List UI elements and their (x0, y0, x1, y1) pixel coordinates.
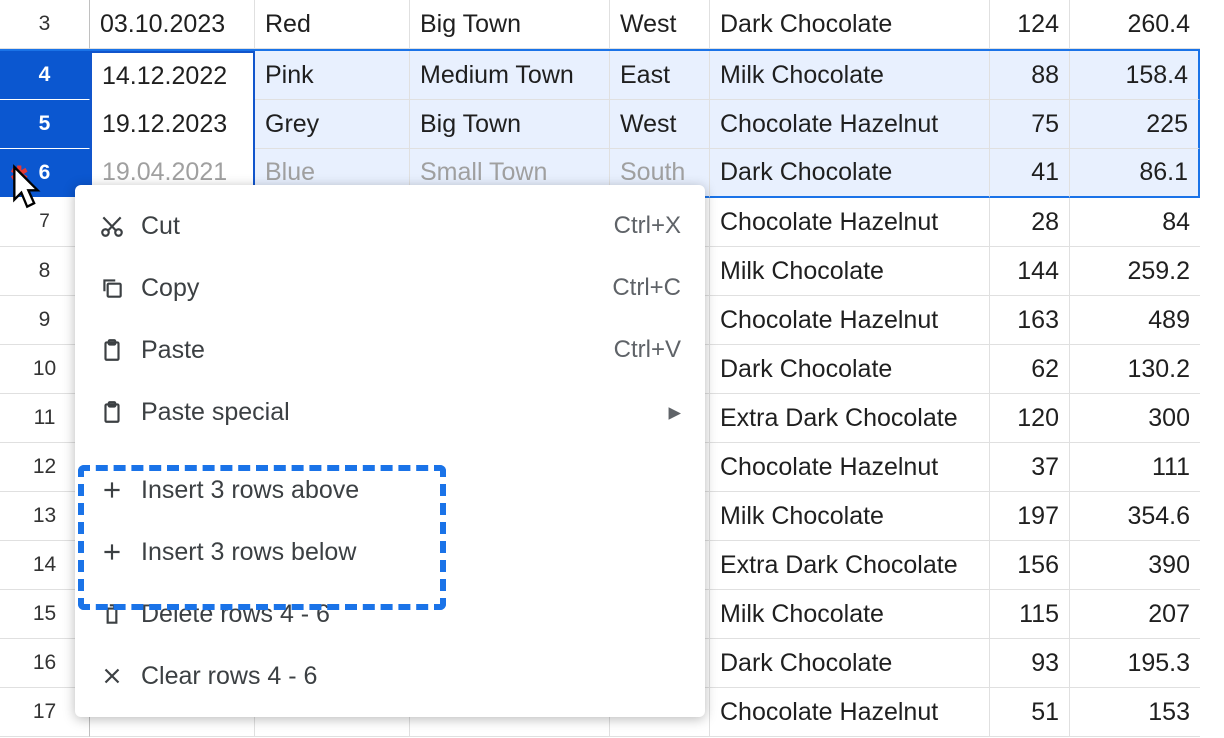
cell-value[interactable]: 300 (1070, 394, 1200, 443)
cell-qty[interactable]: 124 (990, 0, 1070, 49)
cell-product[interactable]: Chocolate Hazelnut (710, 198, 990, 247)
cell-town[interactable]: Big Town (410, 100, 610, 149)
menu-label: Copy (141, 274, 612, 303)
cell-value[interactable]: 195.3 (1070, 639, 1200, 688)
menu-label: Paste special (141, 398, 668, 427)
trash-icon (99, 601, 141, 627)
row-header-5[interactable]: 5 (0, 100, 90, 149)
cell-qty[interactable]: 28 (990, 198, 1070, 247)
menu-label: Paste (141, 336, 614, 365)
row-header-3[interactable]: 3 (0, 0, 90, 49)
cell-dir[interactable]: West (610, 0, 710, 49)
cell-dir[interactable]: West (610, 100, 710, 149)
submenu-arrow-icon: ▸ (668, 397, 681, 427)
cell-qty[interactable]: 62 (990, 345, 1070, 394)
menu-item-insert-rows-below[interactable]: Insert 3 rows below (75, 521, 705, 583)
plus-icon (99, 477, 141, 503)
cell-product[interactable]: Extra Dark Chocolate (710, 394, 990, 443)
cell-product[interactable]: Chocolate Hazelnut (710, 296, 990, 345)
click-indicator-icon: ✱ (10, 162, 28, 188)
cell-product[interactable]: Dark Chocolate (710, 149, 990, 198)
menu-item-insert-rows-above[interactable]: Insert 3 rows above (75, 459, 705, 521)
cell-value[interactable]: 158.4 (1070, 51, 1200, 100)
menu-label: Cut (141, 212, 614, 241)
row-header-4[interactable]: 4 (0, 51, 90, 100)
cell-product[interactable]: Dark Chocolate (710, 639, 990, 688)
cell-value[interactable]: 390 (1070, 541, 1200, 590)
menu-shortcut: Ctrl+X (614, 212, 681, 240)
menu-item-copy[interactable]: Copy Ctrl+C (75, 257, 705, 319)
menu-label: Delete rows 4 - 6 (141, 600, 681, 629)
cell-date[interactable]: 14.12.2022 (90, 51, 255, 100)
cell-product[interactable]: Chocolate Hazelnut (710, 100, 990, 149)
cell-qty[interactable]: 75 (990, 100, 1070, 149)
cell-qty[interactable]: 51 (990, 688, 1070, 737)
cut-icon (99, 213, 141, 239)
cell-qty[interactable]: 93 (990, 639, 1070, 688)
cell-value[interactable]: 207 (1070, 590, 1200, 639)
plus-icon (99, 539, 141, 565)
paste-special-icon (99, 399, 141, 425)
menu-shortcut: Ctrl+C (612, 274, 681, 302)
cell-value[interactable]: 260.4 (1070, 0, 1200, 49)
menu-item-paste[interactable]: Paste Ctrl+V (75, 319, 705, 381)
cell-value[interactable]: 489 (1070, 296, 1200, 345)
cell-product[interactable]: Milk Chocolate (710, 51, 990, 100)
menu-label: Clear rows 4 - 6 (141, 662, 681, 691)
cell-value[interactable]: 225 (1070, 100, 1200, 149)
cell-value[interactable]: 259.2 (1070, 247, 1200, 296)
copy-icon (99, 275, 141, 301)
cell-qty[interactable]: 41 (990, 149, 1070, 198)
menu-label: Insert 3 rows below (141, 538, 681, 567)
cell-product[interactable]: Extra Dark Chocolate (710, 541, 990, 590)
menu-item-cut[interactable]: Cut Ctrl+X (75, 195, 705, 257)
cell-qty[interactable]: 163 (990, 296, 1070, 345)
cell-product[interactable]: Dark Chocolate (710, 0, 990, 49)
cell-product[interactable]: Chocolate Hazelnut (710, 443, 990, 492)
cell-date[interactable]: 19.12.2023 (90, 100, 255, 149)
menu-item-clear-rows[interactable]: Clear rows 4 - 6 (75, 645, 705, 707)
menu-item-delete-rows[interactable]: Delete rows 4 - 6 (75, 583, 705, 645)
cell-town[interactable]: Medium Town (410, 51, 610, 100)
menu-label: Insert 3 rows above (141, 476, 681, 505)
cell-date[interactable]: 03.10.2023 (90, 0, 255, 49)
cell-qty[interactable]: 120 (990, 394, 1070, 443)
cell-product[interactable]: Milk Chocolate (710, 247, 990, 296)
cell-value[interactable]: 130.2 (1070, 345, 1200, 394)
cell-dir[interactable]: East (610, 51, 710, 100)
cell-product[interactable]: Dark Chocolate (710, 345, 990, 394)
menu-item-paste-special[interactable]: Paste special ▸ (75, 381, 705, 443)
cell-town[interactable]: Big Town (410, 0, 610, 49)
cell-color[interactable]: Pink (255, 51, 410, 100)
cell-qty[interactable]: 156 (990, 541, 1070, 590)
context-menu: Cut Ctrl+X Copy Ctrl+C Paste Ctrl+V Past… (75, 185, 705, 717)
cell-value[interactable]: 111 (1070, 443, 1200, 492)
cell-value[interactable]: 84 (1070, 198, 1200, 247)
cell-qty[interactable]: 197 (990, 492, 1070, 541)
cell-color[interactable]: Red (255, 0, 410, 49)
cell-qty[interactable]: 115 (990, 590, 1070, 639)
cell-product[interactable]: Milk Chocolate (710, 590, 990, 639)
cell-product[interactable]: Chocolate Hazelnut (710, 688, 990, 737)
cell-value[interactable]: 354.6 (1070, 492, 1200, 541)
paste-icon (99, 337, 141, 363)
cell-product[interactable]: Milk Chocolate (710, 492, 990, 541)
close-icon (99, 663, 141, 689)
menu-shortcut: Ctrl+V (614, 336, 681, 364)
cell-qty[interactable]: 88 (990, 51, 1070, 100)
cell-value[interactable]: 86.1 (1070, 149, 1200, 198)
cell-qty[interactable]: 144 (990, 247, 1070, 296)
cell-color[interactable]: Grey (255, 100, 410, 149)
cell-value[interactable]: 153 (1070, 688, 1200, 737)
cell-qty[interactable]: 37 (990, 443, 1070, 492)
